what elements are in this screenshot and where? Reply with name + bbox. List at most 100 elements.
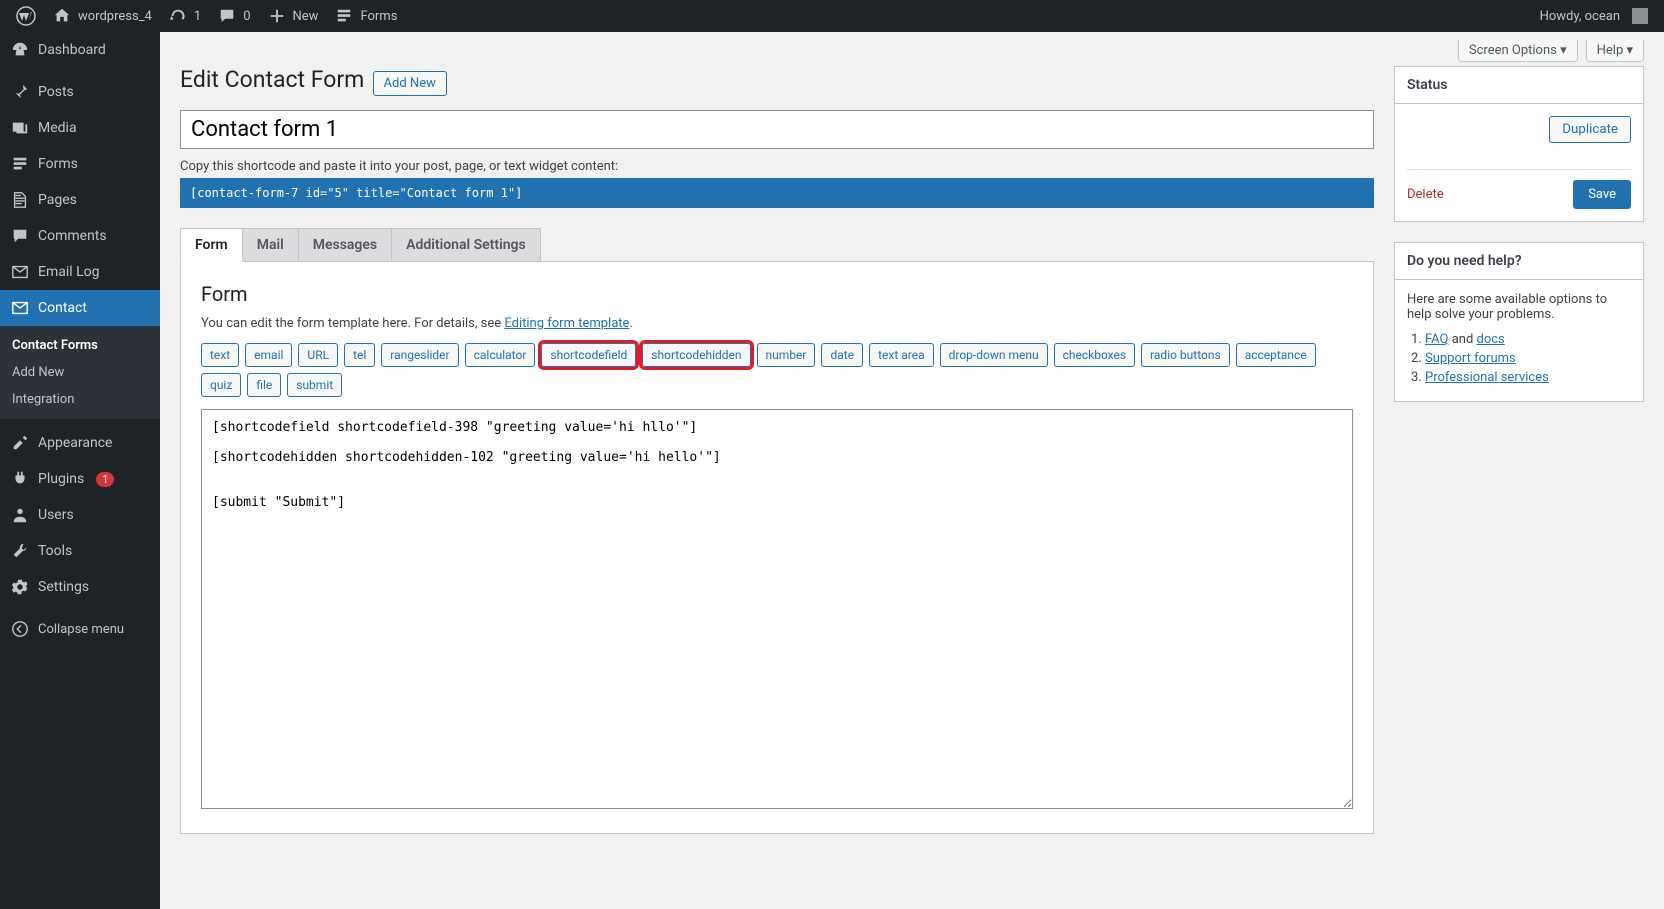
tag-button-calculator[interactable]: calculator bbox=[465, 343, 536, 367]
menu-media[interactable]: Media bbox=[0, 110, 160, 146]
site-name-link[interactable]: wordpress_4 bbox=[44, 0, 160, 32]
menu-label: Tools bbox=[38, 543, 72, 559]
delete-link[interactable]: Delete bbox=[1407, 187, 1444, 202]
comments-link[interactable]: 0 bbox=[209, 0, 258, 32]
menu-forms[interactable]: Forms bbox=[0, 146, 160, 182]
menu-email-log[interactable]: Email Log bbox=[0, 254, 160, 290]
tab-mail[interactable]: Mail bbox=[243, 228, 299, 262]
wp-logo[interactable] bbox=[8, 0, 44, 32]
updates-count: 1 bbox=[194, 9, 201, 24]
add-new-button[interactable]: Add New bbox=[373, 71, 447, 96]
pro-link[interactable]: Professional services bbox=[1425, 370, 1549, 385]
status-box: Status Duplicate Delete Save bbox=[1394, 66, 1644, 222]
comment-icon bbox=[217, 6, 237, 26]
tag-button-number[interactable]: number bbox=[757, 343, 816, 367]
form-template-textarea[interactable] bbox=[201, 409, 1353, 809]
tab-additional-settings[interactable]: Additional Settings bbox=[392, 228, 541, 262]
tabs: Form Mail Messages Additional Settings bbox=[180, 228, 1374, 262]
menu-settings[interactable]: Settings bbox=[0, 569, 160, 605]
screen-options-label: Screen Options bbox=[1469, 43, 1557, 58]
shortcode-display[interactable]: [contact-form-7 id="5" title="Contact fo… bbox=[180, 178, 1374, 208]
new-text: New bbox=[293, 9, 319, 24]
appearance-icon bbox=[10, 433, 30, 453]
menu-dashboard[interactable]: Dashboard bbox=[0, 32, 160, 68]
tab-messages[interactable]: Messages bbox=[299, 228, 392, 262]
tag-button-quiz[interactable]: quiz bbox=[201, 373, 241, 397]
plugin-icon bbox=[10, 469, 30, 489]
tag-button-email[interactable]: email bbox=[245, 343, 292, 367]
editing-template-link[interactable]: Editing form template bbox=[504, 316, 629, 331]
forms-icon bbox=[334, 6, 354, 26]
contact-icon bbox=[10, 298, 30, 318]
help-item-support: Support forums bbox=[1425, 351, 1631, 366]
menu-appearance[interactable]: Appearance bbox=[0, 425, 160, 461]
new-link[interactable]: New bbox=[259, 0, 327, 32]
tools-icon bbox=[10, 541, 30, 561]
menu-label: Appearance bbox=[38, 435, 112, 451]
form-title-input[interactable] bbox=[180, 110, 1374, 149]
help-box-title: Do you need help? bbox=[1395, 243, 1643, 280]
menu-tools[interactable]: Tools bbox=[0, 533, 160, 569]
updates-link[interactable]: 1 bbox=[160, 0, 209, 32]
tag-button-checkboxes[interactable]: checkboxes bbox=[1054, 343, 1135, 367]
menu-label: Users bbox=[38, 507, 74, 523]
page-header: Edit Contact Form Add New bbox=[180, 66, 1374, 96]
menu-label: Plugins bbox=[38, 471, 84, 487]
form-panel: Form You can edit the form template here… bbox=[180, 262, 1374, 834]
tag-generator-buttons: textemailURLtelrangeslidercalculatorshor… bbox=[201, 343, 1353, 397]
forms-link[interactable]: Forms bbox=[326, 0, 405, 32]
wordpress-icon bbox=[16, 6, 36, 26]
tag-button-radio-buttons[interactable]: radio buttons bbox=[1141, 343, 1230, 367]
menu-plugins[interactable]: Plugins1 bbox=[0, 461, 160, 497]
screen-meta-links: Screen Options ▾ Help ▾ bbox=[160, 32, 1664, 62]
admin-bar-left: wordpress_4 1 0 New Forms bbox=[8, 0, 405, 32]
avatar-icon bbox=[1632, 8, 1648, 24]
tag-button-date[interactable]: date bbox=[821, 343, 863, 367]
collapse-menu[interactable]: Collapse menu bbox=[0, 611, 160, 647]
duplicate-button[interactable]: Duplicate bbox=[1549, 116, 1631, 143]
menu-label: Pages bbox=[38, 192, 77, 208]
submenu-integration[interactable]: Integration bbox=[0, 386, 160, 413]
howdy-link[interactable]: Howdy, ocean bbox=[1532, 0, 1656, 32]
tag-button-shortcodefield[interactable]: shortcodefield bbox=[541, 343, 636, 367]
tag-button-acceptance[interactable]: acceptance bbox=[1236, 343, 1316, 367]
media-icon bbox=[10, 118, 30, 138]
menu-label: Dashboard bbox=[38, 42, 106, 58]
menu-label: Comments bbox=[38, 228, 107, 244]
forms-text: Forms bbox=[360, 9, 397, 24]
tag-button-URL[interactable]: URL bbox=[298, 343, 338, 367]
collapse-icon bbox=[10, 619, 30, 639]
menu-contact[interactable]: Contact bbox=[0, 290, 160, 326]
docs-link[interactable]: docs bbox=[1477, 332, 1505, 347]
menu-users[interactable]: Users bbox=[0, 497, 160, 533]
plus-icon bbox=[267, 6, 287, 26]
admin-bar: wordpress_4 1 0 New Forms Howdy, ocean bbox=[0, 0, 1664, 32]
menu-comments[interactable]: Comments bbox=[0, 218, 160, 254]
submenu-contact-forms[interactable]: Contact Forms bbox=[0, 332, 160, 359]
screen-options-button[interactable]: Screen Options ▾ bbox=[1458, 40, 1578, 62]
users-icon bbox=[10, 505, 30, 525]
tab-form[interactable]: Form bbox=[180, 228, 243, 262]
menu-posts[interactable]: Posts bbox=[0, 74, 160, 110]
tag-button-shortcodehidden[interactable]: shortcodehidden bbox=[642, 343, 750, 367]
tag-button-drop-down-menu[interactable]: drop-down menu bbox=[940, 343, 1048, 367]
help-item-faq: FAQ and docs bbox=[1425, 332, 1631, 347]
save-button[interactable]: Save bbox=[1573, 180, 1631, 209]
tag-button-text[interactable]: text bbox=[201, 343, 239, 367]
page-title: Edit Contact Form bbox=[180, 66, 364, 93]
tag-button-file[interactable]: file bbox=[247, 373, 281, 397]
submenu-add-new[interactable]: Add New bbox=[0, 359, 160, 386]
tag-button-tel[interactable]: tel bbox=[344, 343, 375, 367]
status-box-title: Status bbox=[1395, 67, 1643, 104]
howdy-text: Howdy, ocean bbox=[1540, 9, 1620, 24]
menu-pages[interactable]: Pages bbox=[0, 182, 160, 218]
mail-icon bbox=[10, 262, 30, 282]
menu-label: Forms bbox=[38, 156, 78, 172]
help-button[interactable]: Help ▾ bbox=[1586, 40, 1644, 62]
support-link[interactable]: Support forums bbox=[1425, 351, 1516, 366]
tag-button-text-area[interactable]: text area bbox=[869, 343, 934, 367]
faq-link[interactable]: FAQ bbox=[1425, 332, 1448, 347]
tag-button-submit[interactable]: submit bbox=[287, 373, 342, 397]
admin-sidebar: Dashboard Posts Media Forms Pages Commen… bbox=[0, 32, 160, 909]
tag-button-rangeslider[interactable]: rangeslider bbox=[381, 343, 458, 367]
